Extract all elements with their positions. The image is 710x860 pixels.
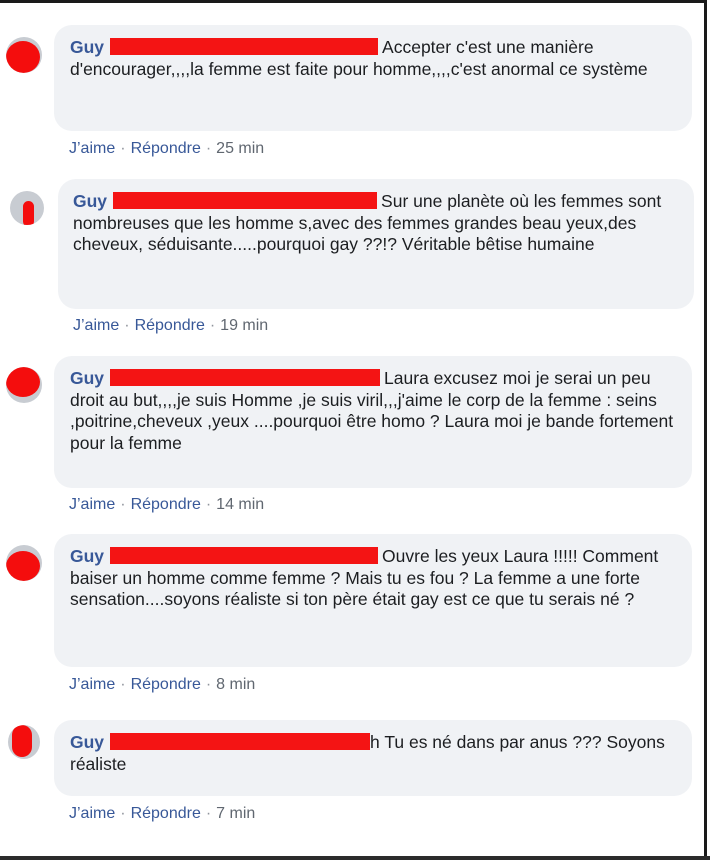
comment-author[interactable]: Guy [70, 37, 104, 57]
window-bottom-border [0, 856, 710, 860]
like-link[interactable]: J’aime [69, 676, 115, 693]
redaction-bar [110, 733, 371, 750]
comment-author[interactable]: Guy [70, 732, 104, 752]
comment-timestamp[interactable]: 19 min [220, 317, 268, 334]
comment-timestamp[interactable]: 8 min [216, 676, 255, 693]
comment-actions: J’aime · Répondre · 25 min [69, 140, 265, 157]
reply-link[interactable]: Répondre [131, 140, 201, 157]
comment-bubble: Guy Ouvre les yeux Laura !!!!! Comment ba… [54, 534, 692, 667]
comment-bubble: Guy Laura excusez moi je serai un peu dro… [54, 356, 692, 488]
comment-bubble: Guy Sur une planète où les femmes sont no… [58, 179, 694, 309]
comment-actions: J’aime · Répondre · 14 min [69, 496, 265, 513]
redaction-bar [110, 547, 379, 564]
redaction-mark [6, 367, 40, 397]
comment-author[interactable]: Guy [70, 368, 104, 388]
comment-actions: J’aime · Répondre · 19 min [73, 317, 269, 334]
redaction-bar [110, 369, 381, 386]
reply-link[interactable]: Répondre [131, 676, 201, 693]
comment-actions: J’aime · Répondre · 7 min [69, 805, 256, 822]
comment-timestamp[interactable]: 14 min [216, 496, 264, 513]
avatar[interactable] [6, 545, 42, 581]
avatar[interactable] [10, 191, 44, 225]
like-link[interactable]: J’aime [69, 496, 115, 513]
avatar[interactable] [6, 37, 42, 73]
comment-author[interactable]: Guy [70, 546, 104, 566]
comment-bubble: Guy h Tu es né dans par anus ??? Soyons r… [54, 720, 692, 796]
comment-timestamp[interactable]: 7 min [216, 805, 255, 822]
redaction-bar [110, 38, 379, 55]
redaction-mark [6, 41, 40, 73]
like-link[interactable]: J’aime [69, 805, 115, 822]
avatar[interactable] [6, 367, 42, 403]
redaction-mark [6, 551, 40, 581]
like-link[interactable]: J’aime [69, 140, 115, 157]
comments-panel: Guy Accepter c'est une manière d'encourag… [0, 0, 707, 860]
redaction-bar [113, 192, 378, 209]
comment-timestamp[interactable]: 25 min [216, 140, 264, 157]
redaction-mark [12, 725, 32, 757]
reply-link[interactable]: Répondre [131, 805, 201, 822]
reply-link[interactable]: Répondre [131, 496, 201, 513]
comment-author[interactable]: Guy [73, 191, 107, 211]
avatar[interactable] [8, 725, 40, 759]
redaction-mark [23, 201, 34, 225]
comment-actions: J’aime · Répondre · 8 min [69, 676, 256, 693]
like-link[interactable]: J’aime [73, 317, 119, 334]
reply-link[interactable]: Répondre [135, 317, 205, 334]
comment-bubble: Guy Accepter c'est une manière d'encourag… [54, 25, 692, 131]
